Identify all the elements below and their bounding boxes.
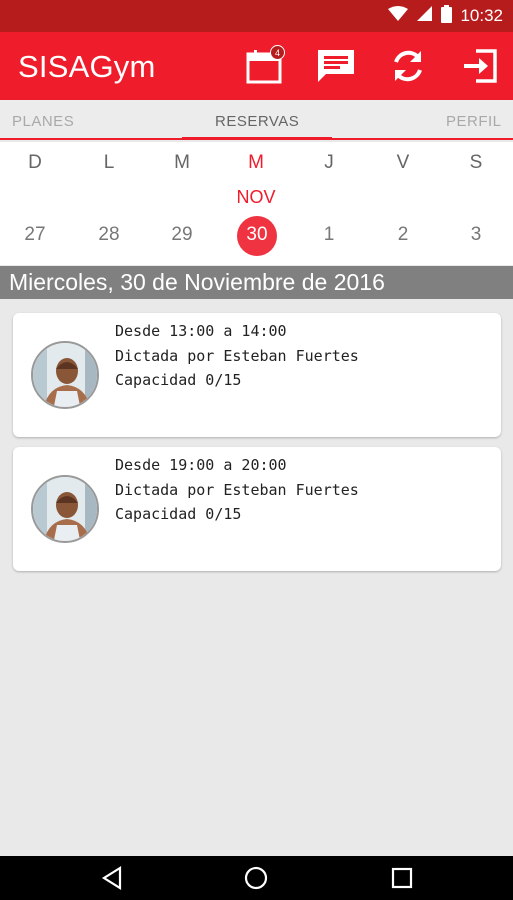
day-name: L [103, 152, 115, 173]
notification-badge: 4 [270, 45, 285, 60]
instructor-avatar [31, 341, 99, 409]
calendar-button[interactable]: 4 [243, 45, 285, 86]
day-name: S [469, 152, 483, 173]
back-icon[interactable] [100, 866, 124, 895]
app-title: SISAGym [18, 49, 156, 84]
class-capacity: Capacidad 0/15 [115, 371, 242, 389]
recents-icon[interactable] [391, 867, 413, 894]
class-card[interactable]: Desde 19:00 a 20:00 Dictada por Esteban … [13, 447, 501, 571]
app-bar: SISAGym 4 [0, 32, 513, 100]
day-name: V [396, 152, 410, 173]
tab-reservas[interactable]: RESERVAS [215, 113, 299, 130]
calendar-day[interactable]: 3 [446, 224, 506, 246]
class-capacity: Capacidad 0/15 [115, 505, 242, 523]
tab-planes[interactable]: PLANES [12, 113, 74, 130]
message-icon [318, 50, 354, 82]
calendar-day[interactable]: 2 [373, 224, 433, 246]
class-card[interactable]: Desde 13:00 a 14:00 Dictada por Esteban … [13, 313, 501, 437]
class-time: Desde 13:00 a 14:00 [115, 322, 287, 340]
exit-icon [464, 49, 497, 83]
wifi-icon [388, 5, 409, 27]
month-label: NOV [236, 187, 276, 207]
refresh-icon [394, 50, 422, 82]
day-name: J [324, 152, 334, 173]
tab-perfil[interactable]: PERFIL [446, 113, 502, 130]
date-header: Miercoles, 30 de Noviembre de 2016 [0, 266, 513, 299]
calendar-day[interactable]: 29 [152, 224, 212, 246]
status-bar: 10:32 [0, 0, 513, 32]
system-nav-bar [0, 856, 513, 900]
logout-button[interactable] [459, 46, 501, 86]
signal-icon [416, 5, 433, 27]
calendar-day[interactable]: 1 [299, 224, 359, 246]
tab-indicator [182, 137, 332, 140]
class-instructor: Dictada por Esteban Fuertes [115, 480, 359, 499]
calendar-day[interactable]: 28 [79, 224, 139, 246]
refresh-button[interactable] [387, 46, 429, 86]
calendar-day[interactable]: 27 [5, 224, 65, 246]
instructor-avatar [31, 475, 99, 543]
class-time: Desde 19:00 a 20:00 [115, 456, 287, 474]
class-instructor: Dictada por Esteban Fuertes [115, 346, 359, 365]
day-name: M [174, 152, 190, 173]
day-name-selected: M [248, 152, 264, 173]
calendar-day-selected[interactable]: 30 [227, 224, 287, 246]
clock: 10:32 [460, 6, 503, 25]
messages-button[interactable] [315, 46, 357, 86]
tab-bar: PLANES RESERVAS PERFIL [0, 100, 513, 140]
battery-icon [441, 4, 453, 28]
home-icon[interactable] [244, 866, 268, 895]
day-name: D [28, 152, 42, 173]
